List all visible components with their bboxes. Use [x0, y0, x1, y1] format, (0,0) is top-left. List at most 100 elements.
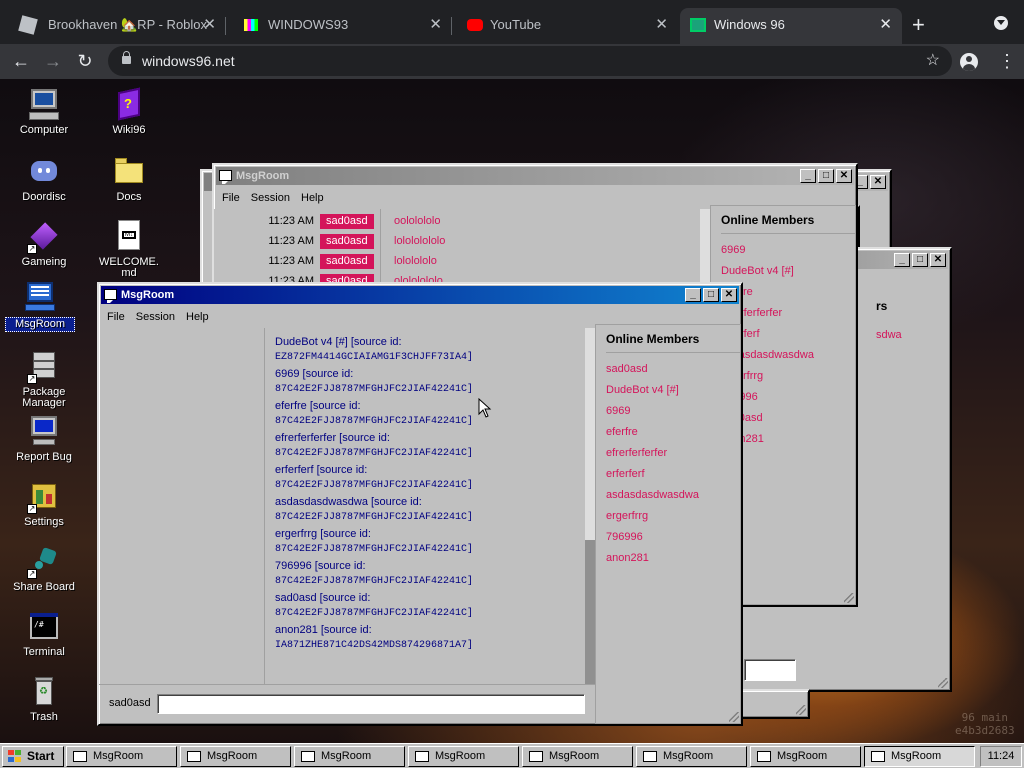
youtube-icon	[467, 19, 483, 31]
desktop-icon-report-bug[interactable]: Report Bug	[9, 415, 79, 463]
title-bar: MsgRoom _ □ ✕	[216, 167, 854, 185]
discord-icon	[27, 155, 61, 189]
forward-button[interactable]: →	[40, 48, 66, 74]
message-scrollbar[interactable]	[585, 328, 595, 684]
desktop-icon-trash[interactable]: ♻ Trash	[9, 675, 79, 723]
scrollbar-thumb[interactable]	[585, 540, 595, 684]
address-bar[interactable]: windows96.net ☆	[108, 46, 952, 76]
taskbar-button-msgroom[interactable]: MsgRoom	[408, 746, 519, 767]
star-icon[interactable]: ☆	[926, 46, 940, 76]
desktop-icon-msgroom[interactable]: MsgRoom	[5, 280, 75, 332]
desktop-icon-terminal[interactable]: /# Terminal	[9, 610, 79, 658]
desktop-icon-package-manager[interactable]: ↗ Package Manager	[9, 350, 79, 409]
taskbar-button-msgroom[interactable]: MsgRoom	[750, 746, 861, 767]
icon-label: Terminal	[23, 646, 65, 658]
desktop-icon-computer[interactable]: Computer	[9, 88, 79, 136]
tab-windows93[interactable]: WINDOWS93 ✕	[228, 8, 452, 44]
desktop-icon-share-board[interactable]: ↗ Share Board	[9, 545, 79, 593]
tab-title: Windows 96	[714, 17, 785, 32]
tab-youtube[interactable]: YouTube ✕	[454, 8, 678, 44]
icon-label: Settings	[24, 516, 64, 528]
member-item[interactable]: eferfre	[606, 422, 740, 443]
taskbar-button-msgroom[interactable]: MsgRoom	[636, 746, 747, 767]
desktop-icon-settings[interactable]: ↗ Settings	[9, 480, 79, 528]
member-item[interactable]: efrerferferfer	[606, 443, 740, 464]
profile-icon[interactable]	[960, 53, 978, 71]
menu-file[interactable]: File	[107, 311, 125, 323]
icon-label: WELCOME.md	[99, 256, 159, 279]
log-entry: eferfre [source id: 87C42E2FJJ8787MFGHJFC…	[275, 400, 474, 427]
new-tab-button[interactable]: +	[912, 12, 925, 38]
close-button[interactable]: ✕	[870, 175, 886, 189]
msgroom-icon	[529, 751, 543, 762]
member-item[interactable]: 6969	[606, 401, 740, 422]
desktop-icon-gameing[interactable]: ↗ Gameing	[9, 220, 79, 268]
taskbar-button-msgroom[interactable]: MsgRoom	[180, 746, 291, 767]
book-icon: ?	[112, 87, 146, 122]
member-item[interactable]: DudeBot v4 [#]	[606, 380, 740, 401]
taskbar-button-msgroom[interactable]: MsgRoom	[522, 746, 633, 767]
tab-windows96[interactable]: Windows 96 ✕	[680, 8, 902, 44]
msgroom-window-front[interactable]: MsgRoom _ □ ✕ File Session Help DudeBot …	[97, 282, 743, 726]
member-partial: sdwa	[876, 329, 902, 341]
tab-title: YouTube	[490, 17, 542, 32]
maximize-button[interactable]: □	[912, 253, 928, 267]
message-input[interactable]	[157, 694, 585, 714]
msgroom-icon	[104, 289, 117, 303]
maximize-button[interactable]: □	[703, 288, 719, 302]
log-entry: efrerferferfer [source id: 87C42E2FJJ8787…	[275, 432, 474, 459]
desktop-icon-wiki96[interactable]: ? Wiki96	[94, 87, 164, 136]
back-button[interactable]: ←	[8, 48, 34, 74]
icon-label: Share Board	[13, 581, 75, 593]
user-badge[interactable]: sad0asd	[320, 254, 374, 269]
taskbar-button-msgroom-active[interactable]: MsgRoom	[864, 746, 975, 767]
user-badge[interactable]: sad0asd	[320, 234, 374, 249]
member-item[interactable]: erferferf	[606, 464, 740, 485]
tab-search-icon[interactable]	[994, 16, 1008, 30]
menu-help[interactable]: Help	[301, 192, 324, 204]
member-item[interactable]: ergerfrrg	[606, 506, 740, 527]
reload-button[interactable]: ↻	[72, 48, 98, 74]
member-item[interactable]: 796996	[606, 527, 740, 548]
user-badge[interactable]: sad0asd	[320, 214, 374, 229]
member-item[interactable]: DudeBot v4 [#]	[721, 261, 855, 282]
tab-brookhaven[interactable]: Brookhaven 🏡RP - Roblox ✕	[4, 8, 226, 44]
close-button[interactable]: ✕	[721, 288, 737, 302]
menu-kebab-icon[interactable]: ⋮	[998, 50, 1016, 72]
message-input-partial[interactable]	[744, 659, 796, 681]
close-icon[interactable]: ✕	[879, 8, 892, 42]
close-icon[interactable]: ✕	[429, 8, 442, 42]
msgroom-icon	[73, 751, 87, 762]
close-icon[interactable]: ✕	[203, 8, 216, 42]
taskbar-clock: 11:24	[980, 746, 1022, 767]
menu-session[interactable]: Session	[136, 311, 175, 323]
taskbar-button-msgroom[interactable]: MsgRoom	[66, 746, 177, 767]
window-title: MsgRoom	[121, 289, 175, 301]
menu-session[interactable]: Session	[251, 192, 290, 204]
member-item[interactable]: sad0asd	[606, 359, 740, 380]
minimize-button[interactable]: _	[800, 169, 816, 183]
log-entry: DudeBot v4 [#] [source id: EZ872FM4414GCI…	[275, 336, 474, 363]
minimize-button[interactable]: _	[894, 253, 910, 267]
message-row: 11:23 AM sad0asd lololololo	[268, 254, 437, 269]
browser-tabstrip: Brookhaven 🏡RP - Roblox ✕ WINDOWS93 ✕ Yo…	[0, 0, 1024, 44]
maximize-button[interactable]: □	[818, 169, 834, 183]
msgroom-icon	[415, 751, 429, 762]
desktop-icon-docs[interactable]: Docs	[94, 155, 164, 203]
taskbar-button-msgroom[interactable]: MsgRoom	[294, 746, 405, 767]
close-button[interactable]: ✕	[836, 169, 852, 183]
log-entry: ergerfrrg [source id: 87C42E2FJJ8787MFGHJ…	[275, 528, 474, 555]
desktop-icon-welcome[interactable]: M↓ WELCOME.md	[94, 220, 164, 279]
members-title-partial: rs	[876, 299, 888, 313]
member-item[interactable]: asdasdasdwasdwa	[606, 485, 740, 506]
desktop-icon-doordisc[interactable]: Doordisc	[9, 155, 79, 203]
menu-help[interactable]: Help	[186, 311, 209, 323]
close-icon[interactable]: ✕	[655, 8, 668, 42]
close-button[interactable]: ✕	[930, 253, 946, 267]
menu-file[interactable]: File	[222, 192, 240, 204]
member-item[interactable]: anon281	[606, 548, 740, 569]
start-button[interactable]: Start	[2, 746, 64, 767]
member-item[interactable]: 6969	[721, 240, 855, 261]
minimize-button[interactable]: _	[685, 288, 701, 302]
message-log: DudeBot v4 [#] [source id: EZ872FM4414GCI…	[275, 334, 585, 674]
